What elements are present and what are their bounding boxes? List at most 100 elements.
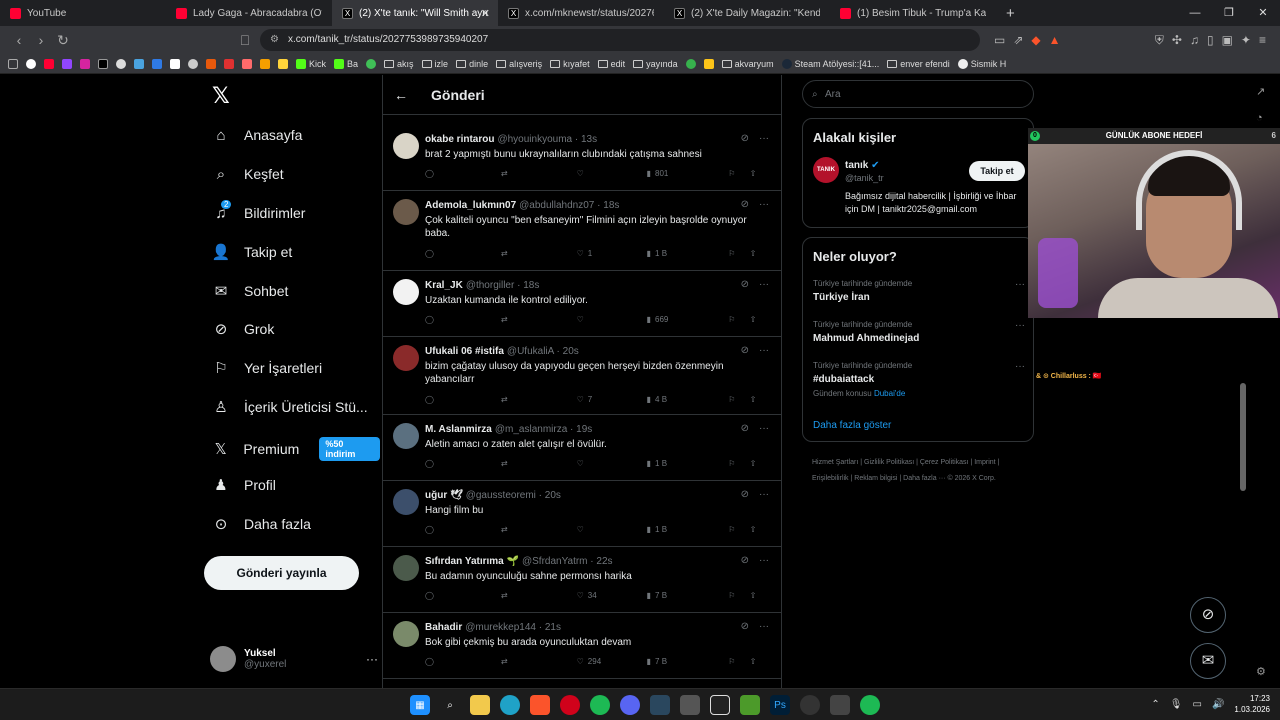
bookmark-icon[interactable] (242, 58, 252, 69)
nav-chat[interactable]: ✉ Sohbet (212, 282, 289, 300)
repost-button[interactable]: ⇄ (501, 588, 577, 602)
repost-button[interactable]: ⇄ (501, 654, 577, 668)
x-icon[interactable] (98, 58, 108, 69)
account-switcher[interactable]: Yuksel @yuxerel ··· (210, 642, 378, 676)
nav-explore[interactable]: ⌕ Keşfet (212, 165, 284, 183)
bookmark-folder-edit[interactable]: edit (597, 59, 625, 69)
reply-button[interactable]: ◯ (425, 522, 501, 536)
share-button[interactable]: ⇧ (750, 312, 771, 326)
share-button[interactable]: ⇧ (750, 588, 771, 602)
back-icon[interactable]: ‹ (8, 32, 30, 48)
bookmark-folder-alisveris[interactable]: alışveriş (496, 59, 542, 69)
repost-button[interactable]: ⇄ (501, 522, 577, 536)
more-icon[interactable]: ··· (759, 423, 769, 434)
steam-icon[interactable] (650, 695, 670, 715)
bell-icon[interactable]: ◔ (1256, 112, 1265, 124)
views-button[interactable]: ▮ 7 B (647, 588, 729, 602)
nav-home[interactable]: ⌂ Anasayfa (212, 126, 302, 144)
reply-button[interactable]: ◯ (425, 246, 501, 260)
trend-item[interactable]: Türkiye tarihinde gündemde Türkiye İran … (813, 279, 1025, 303)
like-button[interactable]: ♡ 1 (577, 246, 647, 260)
repost-button[interactable]: ⇄ (501, 456, 577, 470)
vpn-icon[interactable]: ⛨ (1155, 33, 1164, 48)
more-icon[interactable]: ··· (366, 652, 378, 666)
bookmark-button[interactable]: ⚐ (728, 456, 749, 470)
like-button[interactable]: ♡ (577, 522, 647, 536)
back-arrow-icon[interactable]: ← (383, 87, 419, 103)
like-button[interactable]: ♡ (577, 456, 647, 470)
like-button[interactable]: ♡ (577, 312, 647, 326)
bookmark-button[interactable]: ⚐ (728, 522, 749, 536)
menu-icon[interactable]: ≡ (1259, 33, 1266, 48)
windows-start-icon[interactable]: ▦ (410, 695, 430, 715)
grok-icon[interactable]: ⊘ (741, 489, 749, 500)
reply-author[interactable]: uğur 🕊 (425, 490, 463, 501)
reply-item[interactable]: uğur 🕊 @gaussteoremi · 20s ⊘ ··· Hangi film … (383, 481, 781, 547)
media-icon[interactable]: ♫ (1190, 33, 1199, 48)
leo-icon[interactable]: ✦ (1241, 33, 1251, 48)
network-icon[interactable]: ▭ (1193, 699, 1202, 710)
avatar[interactable] (393, 133, 419, 159)
bookmark-icon[interactable] (278, 58, 288, 69)
messages-fab-button[interactable]: ✉ (1190, 643, 1226, 679)
calculator-icon[interactable] (680, 695, 700, 715)
avatar[interactable]: TANIK (813, 157, 839, 183)
reply-author[interactable]: Sıfırdan Yatırıma 🌱 (425, 556, 519, 567)
bookmark-folder-izle[interactable]: izle (421, 59, 448, 69)
views-button[interactable]: ▮ 1 B (647, 522, 729, 536)
reply-item[interactable]: Ufukali 06 #istifa @UfukaliA · 20s ⊘ ··· biz… (383, 337, 781, 415)
app-icon[interactable] (740, 695, 760, 715)
reply-item[interactable]: Bahadir @murekkep144 · 21s ⊘ ··· Bok gibi çe… (383, 613, 781, 679)
views-button[interactable]: ▮ 801 (647, 166, 729, 180)
grok-icon[interactable]: ⊘ (741, 423, 749, 434)
reply-item[interactable]: okabe rintarou @hyouinkyouma · 13s ⊘ ··· bra… (383, 125, 781, 191)
nav-creator-studio[interactable]: ♙ İçerik Üreticisi Stü... (212, 398, 367, 416)
bookmark-button[interactable]: ⚐ (728, 654, 749, 668)
obs-icon[interactable] (800, 695, 820, 715)
nav-bookmarks[interactable]: ⚐ Yer İşaretleri (212, 359, 322, 377)
share-button[interactable]: ⇧ (750, 654, 771, 668)
instagram-icon[interactable] (80, 58, 90, 69)
more-icon[interactable]: ··· (759, 345, 769, 356)
volume-icon[interactable]: 🔊 (1212, 699, 1224, 710)
browser-tab[interactable]: Xx.com/mknewstr/status/202769023 (498, 0, 664, 26)
brave-shield-icon[interactable]: ◆ (1031, 33, 1040, 47)
repost-button[interactable]: ⇄ (501, 392, 577, 406)
edge-icon[interactable] (500, 695, 520, 715)
nav-premium[interactable]: 𝕏 Premium %50 indirim (212, 437, 380, 461)
sidebar-icon[interactable]: ▯ (1207, 33, 1214, 48)
bookmark-icon[interactable] (224, 58, 234, 69)
show-more-link[interactable]: Daha fazla göster (813, 420, 891, 431)
grok-fab-button[interactable]: ⊘ (1190, 597, 1226, 633)
chevron-up-icon[interactable]: ⌃ (1151, 699, 1159, 710)
related-name[interactable]: tanık ✔ (845, 160, 880, 171)
search-input[interactable]: ⌕ Ara (802, 80, 1034, 108)
reply-author[interactable]: Ademola_lukmın07 (425, 200, 516, 211)
bookmark-folder-kiyafet[interactable]: kıyafet (550, 59, 590, 69)
trend-link[interactable]: Dubai'de (874, 389, 905, 398)
apps-icon[interactable] (8, 58, 18, 69)
bookmark-ba[interactable]: Ba (334, 58, 358, 69)
bookmark-button[interactable]: ⚐ (728, 312, 749, 326)
browser-tab[interactable]: Lady Gaga - Abracadabra (Official M (166, 0, 332, 26)
opera-icon[interactable] (560, 695, 580, 715)
youtube-icon[interactable] (44, 58, 54, 69)
avatar[interactable] (393, 199, 419, 225)
reload-icon[interactable]: ↻ (52, 32, 74, 49)
reply-button[interactable]: ◯ (425, 654, 501, 668)
minimize-icon[interactable]: — (1178, 0, 1212, 26)
bookmark-folder-enver[interactable]: enver efendi (887, 59, 950, 69)
more-icon[interactable]: ··· (1015, 320, 1025, 331)
brave-icon[interactable] (530, 695, 550, 715)
extensions-icon[interactable]: ✣ (1172, 33, 1182, 48)
share-button[interactable]: ⇧ (750, 166, 771, 180)
avatar[interactable] (393, 621, 419, 647)
reply-item[interactable]: Ademola_lukmın07 @abdullahdnz07 · 18s ⊘ ···… (383, 191, 781, 271)
close-window-icon[interactable]: ✕ (1246, 0, 1280, 26)
brave-rewards-icon[interactable]: ▲ (1049, 33, 1061, 47)
views-button[interactable]: ▮ 669 (647, 312, 729, 326)
browser-tab-active[interactable]: X(2) X'te tanık: "Will Smith aynı an✕ (332, 0, 498, 26)
bookmark-sismik[interactable]: Sismik H (957, 58, 1006, 69)
repost-button[interactable]: ⇄ (501, 166, 577, 180)
site-info-icon[interactable]: ⚙ (270, 29, 279, 51)
